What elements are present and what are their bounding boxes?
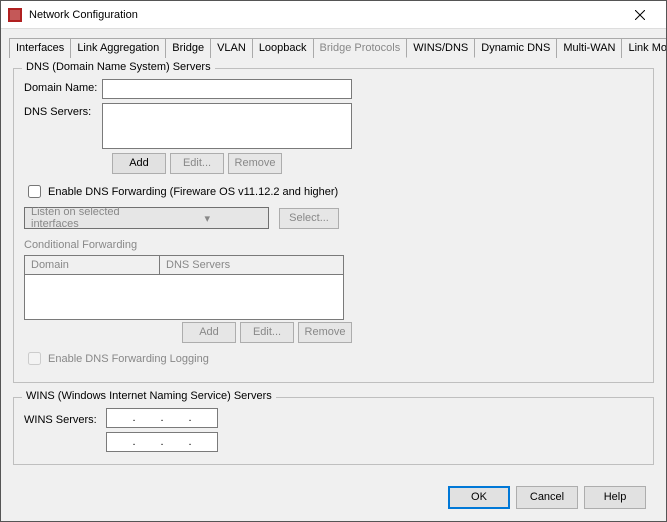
tab-loopback[interactable]: Loopback xyxy=(252,38,314,58)
chevron-down-icon: ▾ xyxy=(147,212,269,225)
wins-servers-label-spacer xyxy=(24,441,106,444)
enable-dns-forwarding-input[interactable] xyxy=(28,185,41,198)
ok-button[interactable]: OK xyxy=(448,486,510,509)
dns-add-button[interactable]: Add xyxy=(112,153,166,174)
tab-bridge-protocols: Bridge Protocols xyxy=(313,38,408,58)
cf-edit-button: Edit... xyxy=(240,322,294,343)
dns-remove-button: Remove xyxy=(228,153,282,174)
table-body[interactable] xyxy=(25,275,343,319)
window-title: Network Configuration xyxy=(29,9,620,21)
domain-name-input[interactable] xyxy=(102,79,352,99)
dialog-body: Interfaces Link Aggregation Bridge VLAN … xyxy=(1,29,666,521)
select-interfaces-button: Select... xyxy=(279,208,339,229)
help-button[interactable]: Help xyxy=(584,486,646,509)
cancel-button[interactable]: Cancel xyxy=(516,486,578,509)
tab-multi-wan[interactable]: Multi-WAN xyxy=(556,38,622,58)
listen-interfaces-combo: Listen on selected interfaces ▾ xyxy=(24,207,269,229)
dialog-footer: OK Cancel Help xyxy=(9,486,658,521)
table-header: Domain DNS Servers xyxy=(25,256,343,275)
wins-group: WINS (Windows Internet Naming Service) S… xyxy=(13,397,654,465)
enable-dns-logging-checkbox: Enable DNS Forwarding Logging xyxy=(24,349,643,368)
enable-dns-logging-label: Enable DNS Forwarding Logging xyxy=(48,353,209,365)
col-dns-servers: DNS Servers xyxy=(160,256,343,274)
tab-wins-dns[interactable]: WINS/DNS xyxy=(406,38,475,58)
conditional-forwarding-label: Conditional Forwarding xyxy=(24,239,643,251)
wins-servers-label: WINS Servers: xyxy=(24,411,106,426)
tab-dynamic-dns[interactable]: Dynamic DNS xyxy=(474,38,557,58)
enable-dns-forwarding-checkbox[interactable]: Enable DNS Forwarding (Fireware OS v11.1… xyxy=(24,182,643,201)
dns-servers-list[interactable] xyxy=(102,103,352,149)
dns-group: DNS (Domain Name System) Servers Domain … xyxy=(13,68,654,383)
dns-edit-button: Edit... xyxy=(170,153,224,174)
wins-ip-1[interactable]: . . . xyxy=(106,408,218,428)
title-bar: Network Configuration xyxy=(1,1,666,29)
conditional-forwarding-table: Domain DNS Servers xyxy=(24,255,344,320)
tab-bridge[interactable]: Bridge xyxy=(165,38,211,58)
tab-link-monitor[interactable]: Link Monitor xyxy=(621,38,666,58)
cf-remove-button: Remove xyxy=(298,322,352,343)
col-domain: Domain xyxy=(25,256,160,274)
enable-dns-forwarding-label: Enable DNS Forwarding (Fireware OS v11.1… xyxy=(48,186,338,198)
window-root: Network Configuration Interfaces Link Ag… xyxy=(0,0,667,522)
close-button[interactable] xyxy=(620,1,660,29)
domain-name-label: Domain Name: xyxy=(24,79,102,94)
dns-servers-label: DNS Servers: xyxy=(24,103,102,118)
wins-ip-2[interactable]: . . . xyxy=(106,432,218,452)
app-icon xyxy=(7,7,23,23)
tab-interfaces[interactable]: Interfaces xyxy=(9,38,71,58)
enable-dns-logging-input xyxy=(28,352,41,365)
wins-group-title: WINS (Windows Internet Naming Service) S… xyxy=(22,390,276,402)
tab-strip: Interfaces Link Aggregation Bridge VLAN … xyxy=(9,37,658,58)
dns-group-title: DNS (Domain Name System) Servers xyxy=(22,61,215,73)
listen-interfaces-value: Listen on selected interfaces xyxy=(25,206,147,230)
tab-link-aggregation[interactable]: Link Aggregation xyxy=(70,38,166,58)
tab-vlan[interactable]: VLAN xyxy=(210,38,253,58)
cf-add-button: Add xyxy=(182,322,236,343)
